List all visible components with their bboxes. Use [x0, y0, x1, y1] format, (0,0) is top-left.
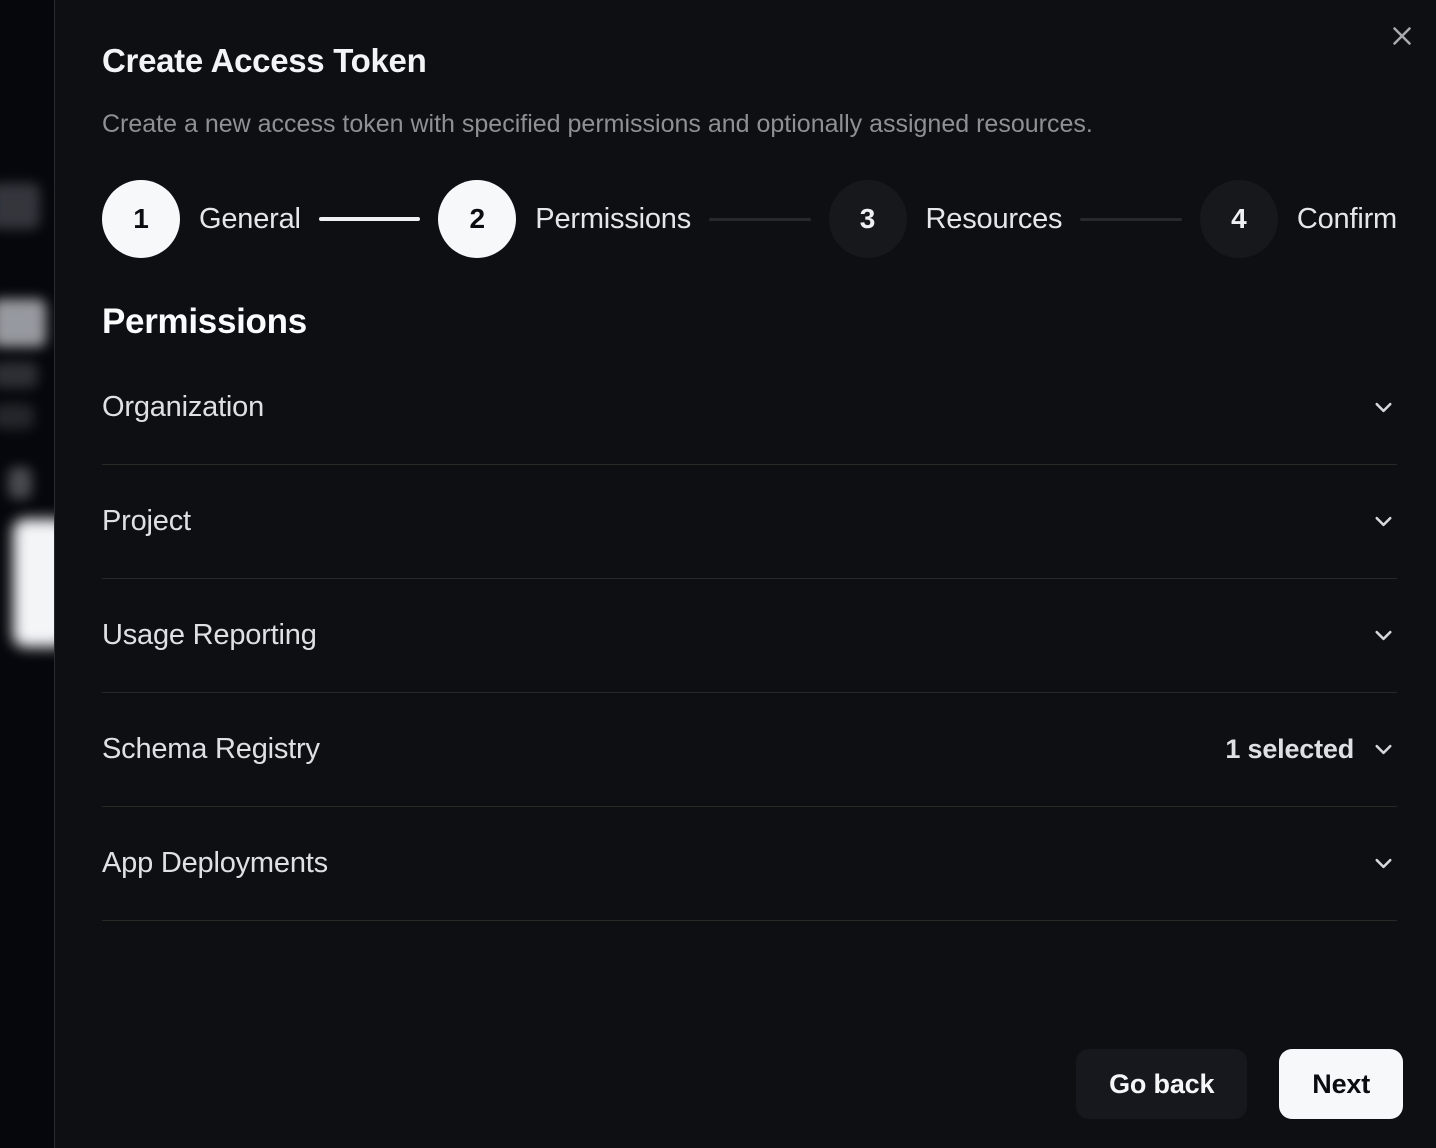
wizard-stepper: 1 General 2 Permissions 3 Resources 4 Co…: [102, 180, 1397, 258]
accordion-row-project[interactable]: Project: [102, 465, 1397, 579]
step-label: General: [199, 203, 301, 236]
step-number: 4: [1231, 203, 1247, 235]
accordion-label: Project: [102, 505, 191, 538]
blurred-background-text: [0, 404, 34, 429]
close-button[interactable]: [1385, 19, 1419, 53]
step-label: Permissions: [535, 203, 691, 236]
permissions-accordion: Organization Project Usage Reporting: [102, 351, 1397, 921]
stepper-connector: [1080, 218, 1182, 221]
step-label: Confirm: [1297, 203, 1397, 236]
stepper-connector: [319, 217, 421, 221]
stepper-step-confirm[interactable]: 4 Confirm: [1200, 180, 1397, 258]
chevron-down-icon[interactable]: [1370, 622, 1397, 649]
accordion-row-schema-registry[interactable]: Schema Registry 1 selected: [102, 693, 1397, 807]
go-back-button[interactable]: Go back: [1076, 1049, 1247, 1119]
step-circle: 1: [102, 180, 180, 258]
chevron-down-icon[interactable]: [1370, 394, 1397, 421]
step-label: Resources: [926, 203, 1063, 236]
blurred-background-card: [13, 519, 54, 647]
accordion-row-usage-reporting[interactable]: Usage Reporting: [102, 579, 1397, 693]
accordion-label: Usage Reporting: [102, 619, 317, 652]
chevron-down-icon[interactable]: [1370, 736, 1397, 763]
accordion-label: Organization: [102, 391, 264, 424]
step-number: 3: [860, 203, 876, 235]
chevron-down-icon[interactable]: [1370, 508, 1397, 535]
step-circle: 4: [1200, 180, 1278, 258]
step-number: 1: [133, 203, 149, 235]
stepper-step-general[interactable]: 1 General: [102, 180, 301, 258]
dialog-subtitle: Create a new access token with specified…: [102, 110, 1397, 139]
step-circle: 2: [438, 180, 516, 258]
dialog-footer: Go back Next: [1076, 1049, 1403, 1119]
next-button[interactable]: Next: [1279, 1049, 1403, 1119]
step-circle: 3: [829, 180, 907, 258]
background-page: [0, 0, 54, 1148]
permissions-heading: Permissions: [102, 302, 1397, 342]
close-icon: [1387, 21, 1417, 51]
step-number: 2: [470, 203, 486, 235]
create-access-token-dialog: Create Access Token Create a new access …: [54, 0, 1436, 1148]
blurred-background-text: [0, 362, 38, 388]
blurred-background-text: [0, 183, 40, 229]
accordion-label: App Deployments: [102, 847, 328, 880]
blurred-background-heading: [0, 299, 46, 347]
stepper-connector: [709, 218, 811, 221]
accordion-row-organization[interactable]: Organization: [102, 351, 1397, 465]
accordion-label: Schema Registry: [102, 733, 320, 766]
stepper-step-permissions[interactable]: 2 Permissions: [438, 180, 691, 258]
stepper-step-resources[interactable]: 3 Resources: [829, 180, 1063, 258]
accordion-row-app-deployments[interactable]: App Deployments: [102, 807, 1397, 921]
chevron-down-icon[interactable]: [1370, 850, 1397, 877]
selection-badge: 1 selected: [1225, 734, 1354, 765]
dialog-title: Create Access Token: [102, 42, 1397, 80]
blurred-background-icon: [8, 467, 32, 499]
